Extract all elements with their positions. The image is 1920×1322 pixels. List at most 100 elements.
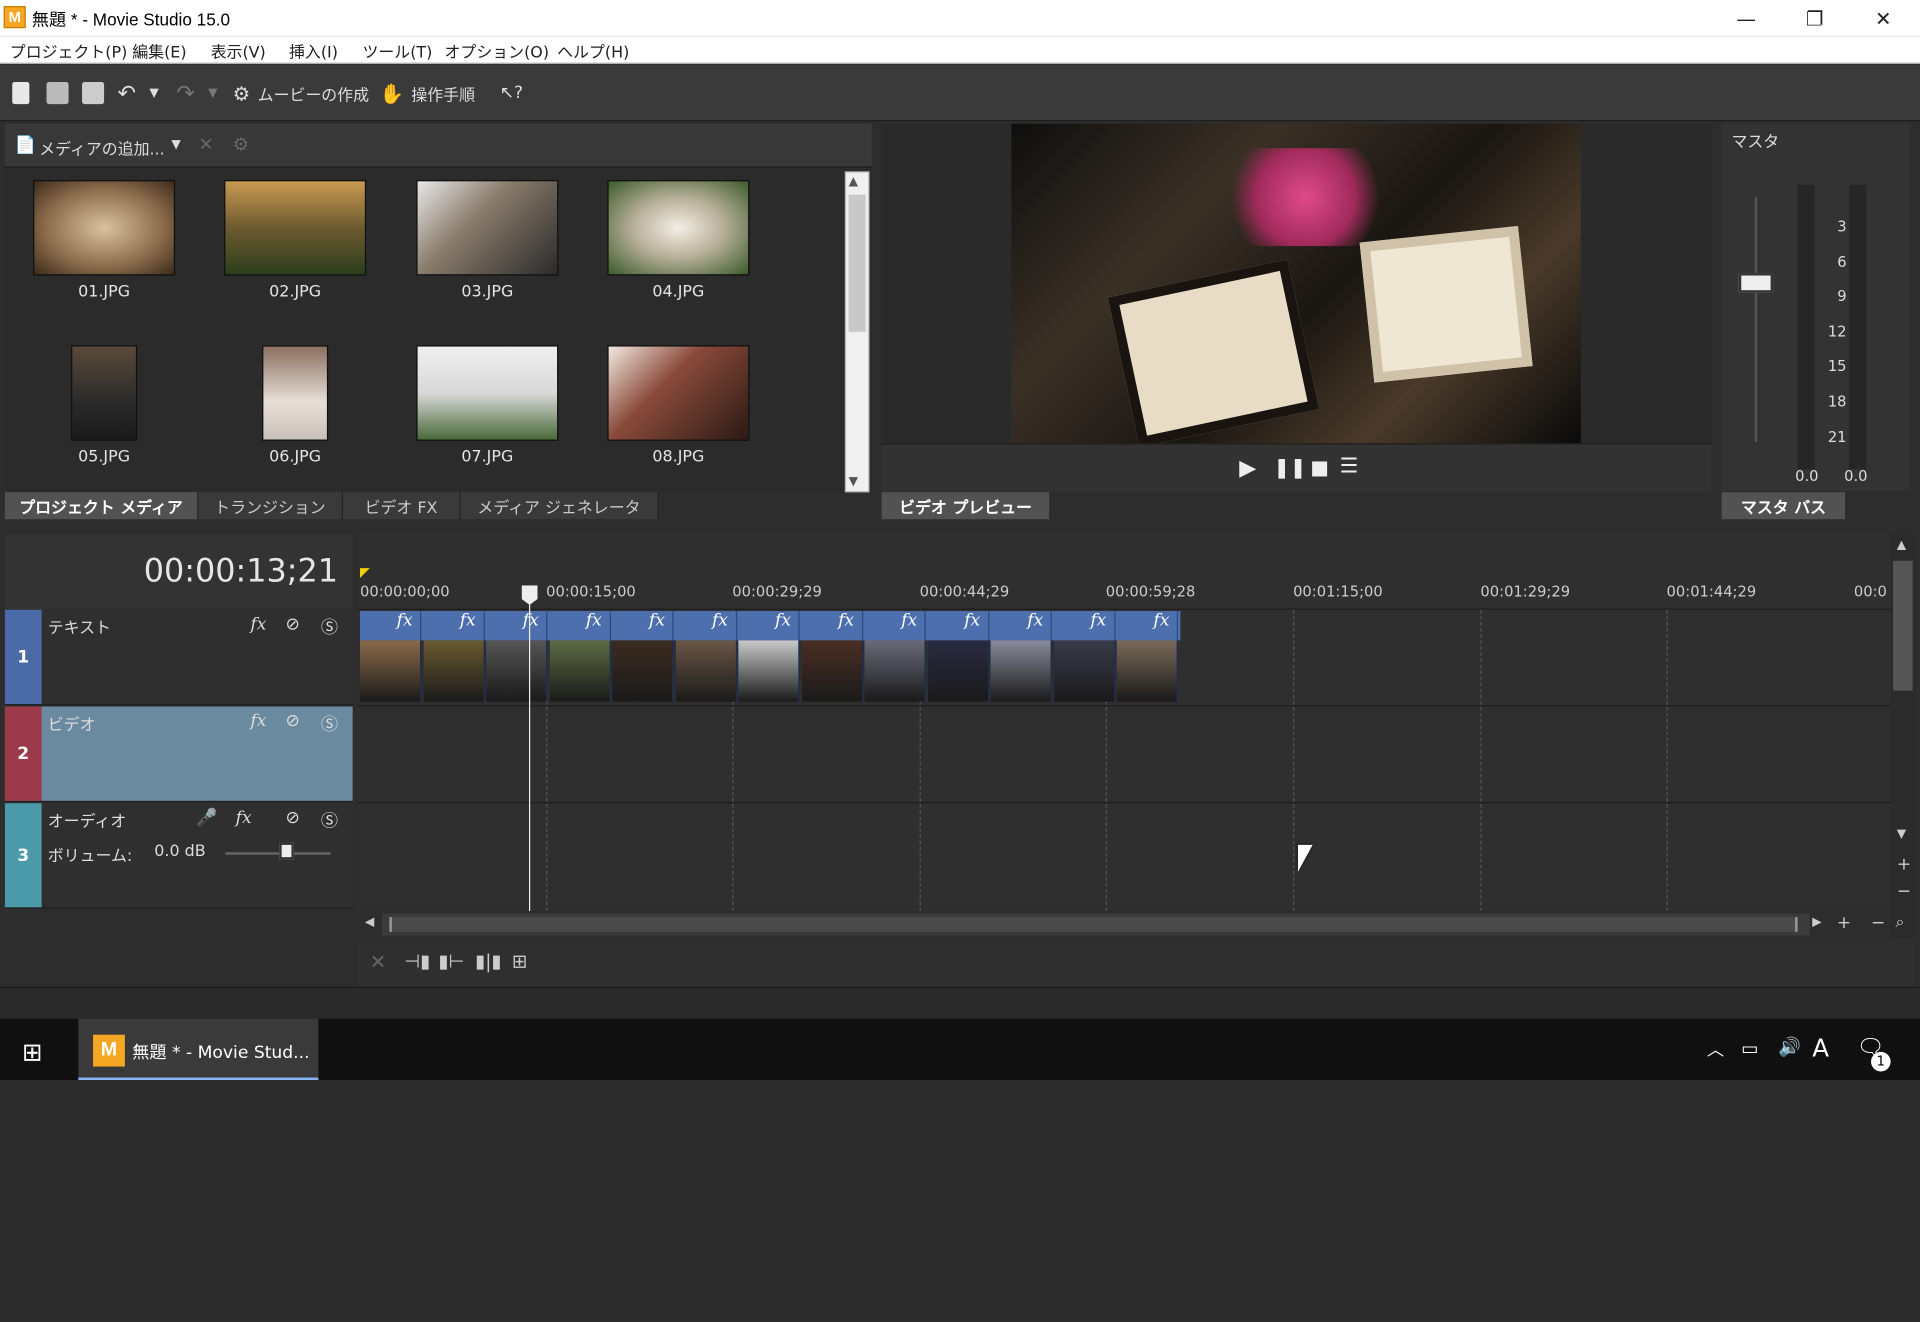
- track-fx-icon[interactable]: fx: [247, 615, 269, 637]
- tab-video-fx[interactable]: ビデオ FX: [343, 492, 461, 520]
- media-item[interactable]: 03.JPG: [415, 180, 559, 301]
- media-item[interactable]: 02.JPG: [223, 180, 367, 301]
- media-item[interactable]: 05.JPG: [32, 345, 176, 467]
- mute-icon[interactable]: ⊘: [282, 808, 304, 830]
- media-item[interactable]: 01.JPG: [32, 180, 176, 301]
- trim-start-icon[interactable]: ⊣▮: [404, 950, 430, 972]
- menu-help[interactable]: ヘルプ(H): [557, 39, 629, 62]
- tray-chevron-icon[interactable]: ︿: [1707, 1037, 1724, 1061]
- video-clip[interactable]: [864, 640, 926, 702]
- timeline-horizontal-scrollbar[interactable]: [382, 913, 1810, 936]
- delete-icon[interactable]: ✕: [370, 950, 386, 973]
- volume-icon[interactable]: 🔊: [1778, 1036, 1801, 1058]
- mute-icon[interactable]: ⊘: [282, 615, 304, 637]
- text-clip[interactable]: fx: [801, 611, 863, 641]
- scroll-down-icon[interactable]: ▼: [1897, 828, 1906, 841]
- video-clip[interactable]: [423, 640, 485, 702]
- windows-start-icon[interactable]: ⊞: [22, 1037, 43, 1066]
- text-clip[interactable]: fx: [675, 611, 737, 641]
- text-clip[interactable]: fx: [738, 611, 800, 641]
- video-clip[interactable]: [360, 640, 422, 702]
- media-item[interactable]: 04.JPG: [606, 180, 750, 301]
- help-pointer-icon[interactable]: ↖?: [500, 80, 523, 107]
- track-header-text[interactable]: 1 テキスト fx ⊘ Ⓢ: [4, 609, 353, 706]
- video-clip[interactable]: [801, 640, 863, 702]
- track-header-audio[interactable]: 3 オーディオ 🎤 fx ⊘ Ⓢ ボリューム: 0.0 dB: [4, 803, 353, 909]
- video-clip[interactable]: [486, 640, 548, 702]
- save-icon[interactable]: [82, 80, 105, 107]
- video-clip[interactable]: [927, 640, 989, 702]
- open-folder-icon[interactable]: [46, 80, 69, 107]
- text-clip[interactable]: fx: [991, 611, 1052, 641]
- pause-icon[interactable]: ❚❚: [1273, 456, 1306, 479]
- video-clip[interactable]: [675, 640, 737, 702]
- close-button[interactable]: ✕: [1849, 0, 1918, 37]
- text-clip[interactable]: fx: [549, 611, 611, 641]
- make-movie-button[interactable]: ⚙ ムービーの作成: [233, 80, 369, 107]
- restore-button[interactable]: ❐: [1780, 0, 1849, 37]
- scroll-thumb[interactable]: [1893, 560, 1913, 691]
- add-media-button[interactable]: メディアの追加...: [39, 136, 165, 159]
- video-clip[interactable]: [549, 640, 611, 702]
- microphone-icon[interactable]: 🎤: [196, 808, 218, 830]
- media-item[interactable]: 06.JPG: [223, 345, 367, 467]
- trim-end-icon[interactable]: ▮⊢: [438, 950, 464, 972]
- scroll-right-icon[interactable]: ▶: [1812, 916, 1821, 929]
- redo-dropdown-icon[interactable]: ▼: [208, 80, 217, 107]
- menu-edit[interactable]: 編集(E): [132, 39, 186, 62]
- menu-tools[interactable]: ツール(T): [362, 39, 432, 62]
- playhead-line[interactable]: [528, 587, 531, 912]
- undo-dropdown-icon[interactable]: ▼: [149, 80, 158, 107]
- loop-marker[interactable]: [360, 568, 370, 578]
- solo-icon[interactable]: Ⓢ: [318, 615, 340, 638]
- text-clip[interactable]: fx: [360, 611, 422, 641]
- zoom-fit-icon[interactable]: ⌕: [1896, 913, 1905, 931]
- scroll-left-icon[interactable]: ◀: [365, 916, 374, 929]
- track-fx-icon[interactable]: fx: [247, 711, 269, 733]
- tab-transitions[interactable]: トランジション: [198, 492, 343, 520]
- video-clip[interactable]: [990, 640, 1052, 702]
- time-ruler[interactable]: 00:00:00;00 00:00:15;00 00:00:29;29 00:0…: [357, 577, 1891, 610]
- ime-indicator[interactable]: A: [1812, 1033, 1829, 1062]
- mute-icon[interactable]: ⊘: [282, 711, 304, 733]
- tab-master-bus[interactable]: マスタ バス: [1721, 492, 1847, 520]
- volume-slider[interactable]: [225, 852, 331, 855]
- show-me-how-button[interactable]: ✋ 操作手順: [380, 80, 475, 107]
- zoom-out-icon[interactable]: −: [1871, 913, 1885, 933]
- menu-insert[interactable]: 挿入(I): [289, 39, 338, 62]
- scroll-thumb[interactable]: [848, 194, 866, 332]
- scroll-thumb[interactable]: [389, 917, 1798, 932]
- text-clip[interactable]: fx: [864, 611, 926, 641]
- new-file-icon[interactable]: [12, 80, 30, 107]
- volume-slider-handle[interactable]: [279, 842, 294, 860]
- scroll-up-icon[interactable]: ▲: [1897, 539, 1906, 552]
- taskbar-app-button[interactable]: M 無題 * - Movie Stud...: [78, 1018, 319, 1081]
- minimize-button[interactable]: —: [1712, 0, 1781, 37]
- video-clip[interactable]: [1116, 640, 1178, 702]
- solo-icon[interactable]: Ⓢ: [318, 711, 340, 735]
- tab-media-generators[interactable]: メディア ジェネレータ: [460, 492, 659, 520]
- text-clip[interactable]: fx: [1054, 611, 1115, 641]
- media-item[interactable]: 08.JPG: [606, 345, 750, 467]
- timeline-vertical-scrollbar[interactable]: ▲ ▼ + −: [1890, 533, 1916, 938]
- preview-menu-icon[interactable]: ☰: [1340, 454, 1359, 478]
- menu-project[interactable]: プロジェクト(P): [10, 39, 128, 62]
- stop-icon[interactable]: ■: [1310, 456, 1329, 479]
- tab-project-media[interactable]: プロジェクト メディア: [4, 492, 199, 520]
- redo-icon[interactable]: ↷: [176, 80, 194, 107]
- track-header-video[interactable]: 2 ビデオ fx ⊘ Ⓢ: [4, 706, 353, 803]
- text-clip[interactable]: fx: [423, 611, 485, 641]
- zoom-in-icon[interactable]: +: [1837, 913, 1851, 933]
- track-fx-icon[interactable]: fx: [233, 808, 255, 830]
- zoom-out-vertical-icon[interactable]: −: [1897, 882, 1911, 902]
- tab-video-preview[interactable]: ビデオ プレビュー: [881, 492, 1051, 520]
- text-clip[interactable]: fx: [612, 611, 674, 641]
- text-clip[interactable]: fx: [928, 611, 989, 641]
- remove-media-icon[interactable]: ✕: [198, 133, 213, 155]
- scroll-down-icon[interactable]: ▼: [849, 475, 858, 488]
- scroll-up-icon[interactable]: ▲: [849, 175, 858, 188]
- undo-icon[interactable]: ↶: [118, 80, 136, 107]
- network-icon[interactable]: ▭: [1741, 1037, 1758, 1059]
- split-icon[interactable]: ▮|▮: [475, 950, 501, 972]
- video-clip[interactable]: [612, 640, 674, 702]
